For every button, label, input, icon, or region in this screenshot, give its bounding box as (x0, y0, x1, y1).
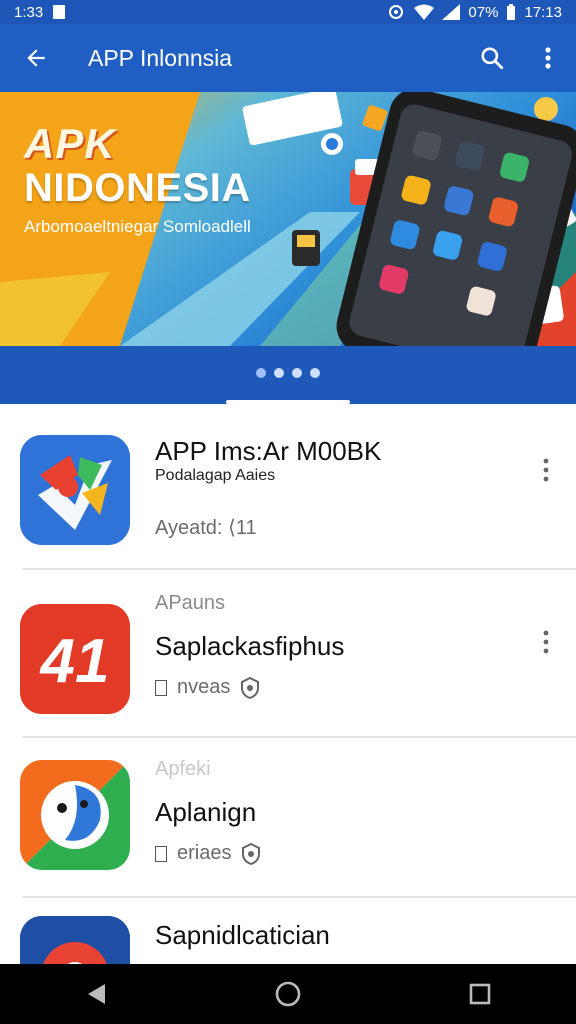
carousel-dot[interactable] (256, 368, 266, 378)
carousel-dot[interactable] (292, 368, 302, 378)
item-menu-button[interactable] (534, 454, 558, 486)
carousel-dot[interactable] (274, 368, 284, 378)
search-button[interactable] (464, 24, 520, 92)
back-button[interactable] (0, 24, 72, 92)
app-overline: APauns (155, 592, 226, 614)
nav-home-button[interactable] (258, 964, 318, 1024)
app-meta: eriaes (177, 842, 232, 864)
app-meta: nveas (177, 676, 231, 698)
hero-banner[interactable]: APK NIDONESIA Arbomoaeltniegar Somloadle… (0, 92, 576, 346)
notification-icon (53, 5, 66, 19)
banner-brand-name: NIDONESIA (24, 166, 251, 210)
more-vert-icon (543, 458, 549, 482)
shield-check-icon (241, 676, 260, 699)
square-recents-icon (469, 983, 491, 1005)
carousel-indicator-strip (0, 346, 576, 404)
arrow-back-icon (27, 49, 45, 67)
banner-headline: APK (24, 120, 116, 167)
battery-icon (507, 4, 516, 20)
list-item[interactable]: 41 APauns Saplackasfiphus nveas (0, 570, 576, 736)
triangle-back-icon (88, 984, 105, 1004)
app-title: Aplanign (155, 797, 257, 827)
chrome-like-app-icon (20, 916, 130, 964)
list-item[interactable]: APP Ims:Ar M00BK Podalagap Aaies Ayeatd:… (0, 404, 576, 568)
app-title: Saplackasfiphus (155, 631, 345, 661)
app-meta: Ayeatd: ⟨11 (155, 517, 257, 539)
bird-app-icon (20, 760, 130, 870)
shield-check-icon (242, 842, 261, 865)
app-title: APP Ims:Ar M00BK (155, 436, 382, 466)
red-number-app-icon: 41 (20, 604, 130, 714)
nav-recents-button[interactable] (450, 964, 510, 1024)
meta-icon (155, 679, 167, 696)
banner-subtitle: Arbomoaeltniegar Somloadlell (24, 217, 251, 236)
system-nav-bar (0, 964, 576, 1024)
nav-back-button[interactable] (66, 964, 126, 1024)
circle-home-icon (275, 981, 301, 1007)
more-vert-icon (545, 47, 551, 69)
page-title: APP Inlonnsia (88, 44, 233, 71)
list-item[interactable]: Apfeki Aplanign eriaes (0, 738, 576, 896)
more-vert-icon (543, 630, 549, 654)
list-item[interactable]: Sapnidlcatician (0, 898, 576, 964)
status-time-left: 1:33 (14, 3, 44, 21)
carousel-dots (0, 368, 576, 378)
signal-icon (442, 4, 461, 20)
app-bar: APP Inlonnsia (0, 24, 576, 92)
item-menu-button[interactable] (534, 626, 558, 658)
search-icon (481, 47, 504, 70)
app-overline: Apfeki (155, 758, 211, 780)
carousel-dot[interactable] (310, 368, 320, 378)
overflow-menu-button[interactable] (520, 24, 576, 92)
battery-percent: 07% (468, 3, 499, 21)
status-time-right: 17:13 (524, 3, 562, 21)
app-subtitle: Podalagap Aaies (155, 467, 276, 484)
vpn-icon (389, 5, 404, 19)
app-title: Sapnidlcatician (155, 920, 330, 950)
wifi-icon (414, 4, 435, 20)
meta-icon (155, 845, 167, 862)
colorful-arrow-app-icon (20, 435, 130, 545)
status-bar: 1:33 07% 17:13 (0, 0, 576, 24)
svg-text:41: 41 (39, 627, 110, 696)
